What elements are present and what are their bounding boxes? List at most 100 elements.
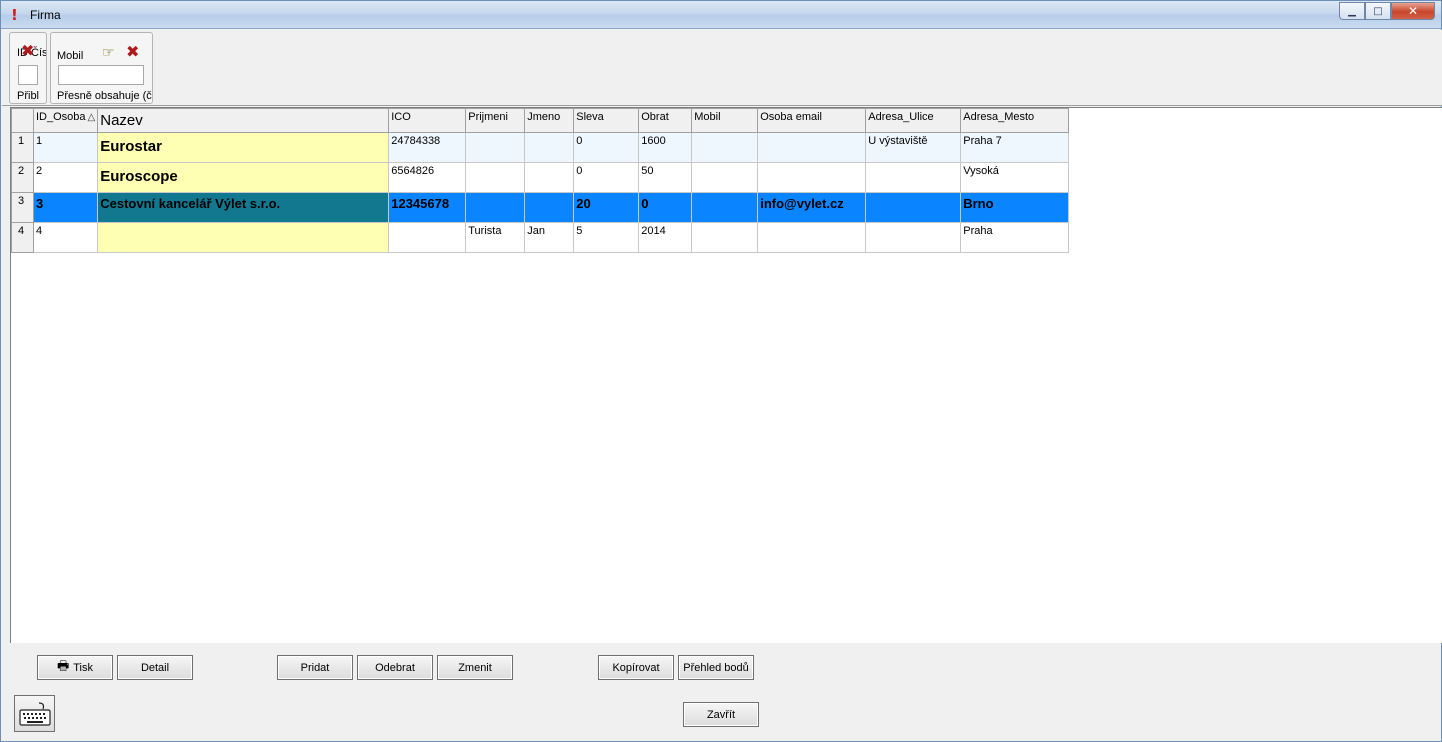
copy-button-label: Kopírovat	[612, 661, 660, 674]
window-title: Firma	[30, 8, 61, 22]
minimize-button[interactable]: ▁	[1339, 2, 1365, 20]
close-button[interactable]: Zavřít	[683, 702, 759, 727]
row-number[interactable]: 4	[11, 222, 34, 253]
table-cell[interactable]	[465, 192, 526, 223]
table-cell[interactable]	[865, 192, 962, 223]
points-overview-button[interactable]: Přehled bodů	[678, 655, 754, 680]
table-cell[interactable]	[757, 222, 867, 253]
filter-id-osoba: ID Čís ✖ Přibl	[9, 32, 47, 104]
filter-label: Mobil	[57, 50, 84, 62]
table-cell[interactable]: 12345678	[388, 192, 467, 223]
table-cell[interactable]: 2	[32, 162, 99, 193]
table-cell[interactable]	[757, 132, 867, 163]
table-cell[interactable]: 24784338	[388, 132, 467, 163]
table-cell[interactable]: 20	[573, 192, 640, 223]
table-cell[interactable]	[691, 132, 759, 163]
table-cell[interactable]: 1600	[638, 132, 693, 163]
table-cell[interactable]: Jan	[524, 222, 575, 253]
table-cell[interactable]	[524, 162, 575, 193]
table-cell[interactable]	[465, 132, 526, 163]
column-header[interactable]: Jmeno	[524, 108, 575, 133]
column-header-label: Osoba email	[760, 111, 822, 123]
column-header[interactable]: ICO	[388, 108, 467, 133]
window: ! Firma ▁ □ ✕ ID Čís ✖ Přibl Mobil ☞ ✖ P…	[0, 0, 1442, 742]
column-header[interactable]: Prijmeni	[465, 108, 526, 133]
detail-button[interactable]: Detail	[117, 655, 193, 680]
column-header[interactable]: Adresa_Mesto	[960, 108, 1070, 133]
column-header[interactable]: Osoba email	[757, 108, 867, 133]
filter-id-input[interactable]	[18, 65, 38, 85]
table-row[interactable]: 1 1 Eurostar 24784338 0 1600 U výstavišt…	[11, 132, 1070, 163]
row-number[interactable]: 3	[11, 192, 34, 223]
filter-mode[interactable]: Přesně obsahuje (či	[57, 90, 152, 102]
corner-cell[interactable]	[11, 108, 34, 133]
column-header[interactable]: Nazev	[97, 108, 390, 133]
table-row[interactable]: 2 2 Euroscope 6564826 0 50 Vysoká	[11, 162, 1070, 193]
column-header[interactable]: Obrat	[638, 108, 693, 133]
window-controls: ▁ □ ✕	[1339, 2, 1435, 21]
column-header-label: Sleva	[576, 111, 604, 123]
edit-button[interactable]: Zmenit	[437, 655, 513, 680]
pointing-hand-icon[interactable]: ☞	[102, 46, 115, 60]
table-cell[interactable]	[757, 162, 867, 193]
filter-mode[interactable]: Přibl	[17, 90, 39, 102]
row-number[interactable]: 1	[11, 132, 34, 163]
table-cell[interactable]: info@vylet.cz	[757, 192, 867, 223]
table-cell[interactable]	[465, 162, 526, 193]
table-cell[interactable]: Praha	[960, 222, 1070, 253]
close-window-button[interactable]: ✕	[1391, 2, 1435, 20]
table-cell[interactable]: 6564826	[388, 162, 467, 193]
table-cell[interactable]: 0	[573, 132, 640, 163]
table-cell[interactable]: 1	[32, 132, 99, 163]
table-cell[interactable]: 4	[32, 222, 99, 253]
column-header-label: Mobil	[694, 111, 721, 123]
add-button[interactable]: Pridat	[277, 655, 353, 680]
table-cell[interactable]	[865, 162, 962, 193]
table-cell[interactable]: 3	[32, 192, 99, 223]
table-row[interactable]: 4 4 Turista Jan 5 2014 Praha	[11, 222, 1070, 253]
filter-mobil-input[interactable]	[58, 65, 144, 85]
table-cell[interactable]: Cestovní kancelář Výlet s.r.o.	[97, 192, 390, 223]
table-cell[interactable]	[691, 162, 759, 193]
close-button-label: Zavřít	[706, 708, 736, 721]
title-bar[interactable]: ! Firma ▁ □ ✕	[1, 1, 1441, 29]
table-cell[interactable]	[865, 222, 962, 253]
column-header[interactable]: Adresa_Ulice	[865, 108, 962, 133]
remove-button[interactable]: Odebrat	[357, 655, 433, 680]
column-header[interactable]: ID_Osoba △	[32, 108, 99, 133]
table-cell[interactable]: Praha 7	[960, 132, 1070, 163]
table-cell[interactable]: Eurostar	[97, 132, 390, 163]
close-x-icon[interactable]: ✖	[126, 44, 139, 60]
copy-button[interactable]: Kopírovat	[598, 655, 674, 680]
table-cell[interactable]: Euroscope	[97, 162, 390, 193]
table-cell[interactable]: Brno	[960, 192, 1070, 223]
header-row: ID_Osoba △ Nazev ICO Prijmeni Jmeno Sleva…	[11, 108, 1070, 133]
table-cell[interactable]	[97, 222, 390, 253]
table-cell[interactable]: Turista	[465, 222, 526, 253]
column-header-label: Obrat	[641, 111, 669, 123]
maximize-button[interactable]: □	[1365, 2, 1391, 20]
keyboard-button[interactable]	[14, 695, 55, 732]
row-number[interactable]: 2	[11, 162, 34, 193]
print-button[interactable]: 🖶 Tisk	[37, 655, 113, 680]
table-cell[interactable]: Vysoká	[960, 162, 1070, 193]
column-header-label: ID_Osoba	[36, 111, 86, 123]
table-cell[interactable]: 5	[573, 222, 640, 253]
filter-mobil: Mobil ☞ ✖ Přesně obsahuje (či	[50, 32, 153, 104]
table-cell[interactable]: 0	[638, 192, 693, 223]
close-x-icon[interactable]: ✖	[21, 43, 34, 59]
data-grid[interactable]: ID_Osoba △ Nazev ICO Prijmeni Jmeno Sleva…	[10, 107, 1442, 643]
table-cell[interactable]	[524, 132, 575, 163]
table-cell[interactable]: 50	[638, 162, 693, 193]
table-cell[interactable]	[691, 192, 759, 223]
table-cell[interactable]: 2014	[638, 222, 693, 253]
table-cell[interactable]: 0	[573, 162, 640, 193]
table-cell[interactable]	[691, 222, 759, 253]
table-row-selected[interactable]: 3 3 Cestovní kancelář Výlet s.r.o. 12345…	[11, 192, 1070, 223]
table-cell[interactable]	[388, 222, 467, 253]
column-header-label: Adresa_Ulice	[868, 111, 934, 123]
column-header[interactable]: Sleva	[573, 108, 640, 133]
column-header[interactable]: Mobil	[691, 108, 759, 133]
table-cell[interactable]: U výstaviště	[865, 132, 962, 163]
table-cell[interactable]	[524, 192, 575, 223]
